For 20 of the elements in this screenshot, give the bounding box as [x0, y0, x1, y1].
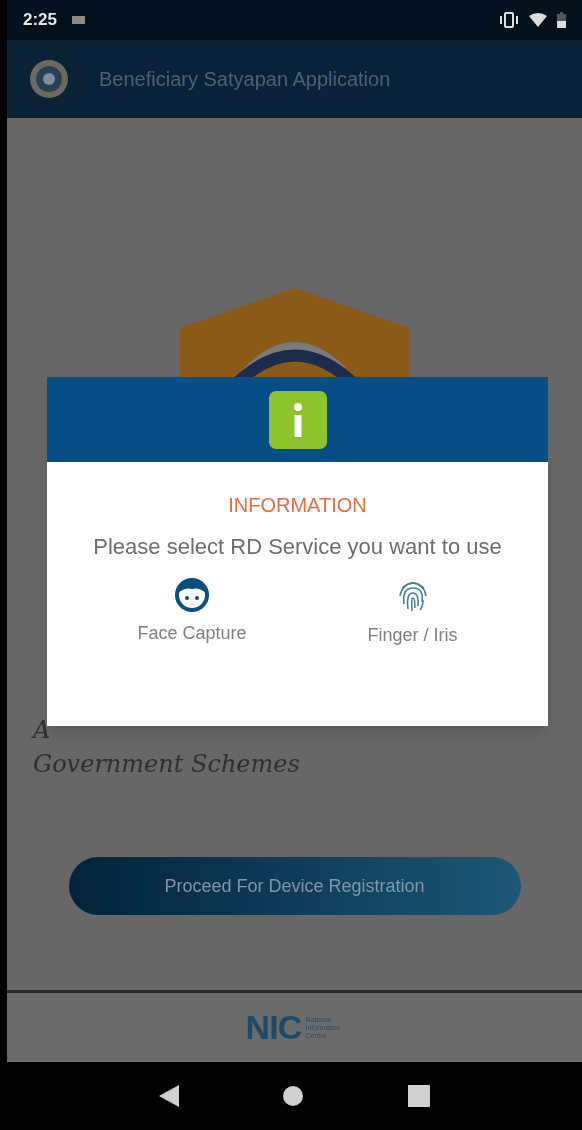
nic-logo-text: NIC [245, 1007, 302, 1048]
tagline-text: A [33, 715, 51, 746]
battery-icon [557, 12, 566, 28]
dialog-title: INFORMATION [227, 493, 368, 518]
dialog-message: Please select RD Service you want to use [92, 533, 503, 561]
rd-service-option[interactable]: Finger / Iris [359, 578, 466, 649]
status-time: 2:25 [23, 9, 58, 32]
emblem-icon [29, 59, 69, 99]
info-icon [268, 390, 327, 449]
home-icon[interactable] [282, 1085, 305, 1107]
device-registration-button[interactable]: Proceed For Device Registration [68, 857, 521, 915]
vibrate-icon [499, 12, 519, 28]
rd-service-option[interactable]: Face Capture [129, 578, 255, 649]
tagline-text: Government Schemes [33, 749, 300, 780]
notification-icon [71, 14, 88, 26]
recents-icon[interactable] [408, 1085, 431, 1107]
face-icon [175, 578, 209, 612]
app-title: Beneficiary Satyapan Application [99, 67, 391, 92]
wifi-icon [529, 13, 547, 27]
back-icon[interactable] [158, 1085, 179, 1107]
